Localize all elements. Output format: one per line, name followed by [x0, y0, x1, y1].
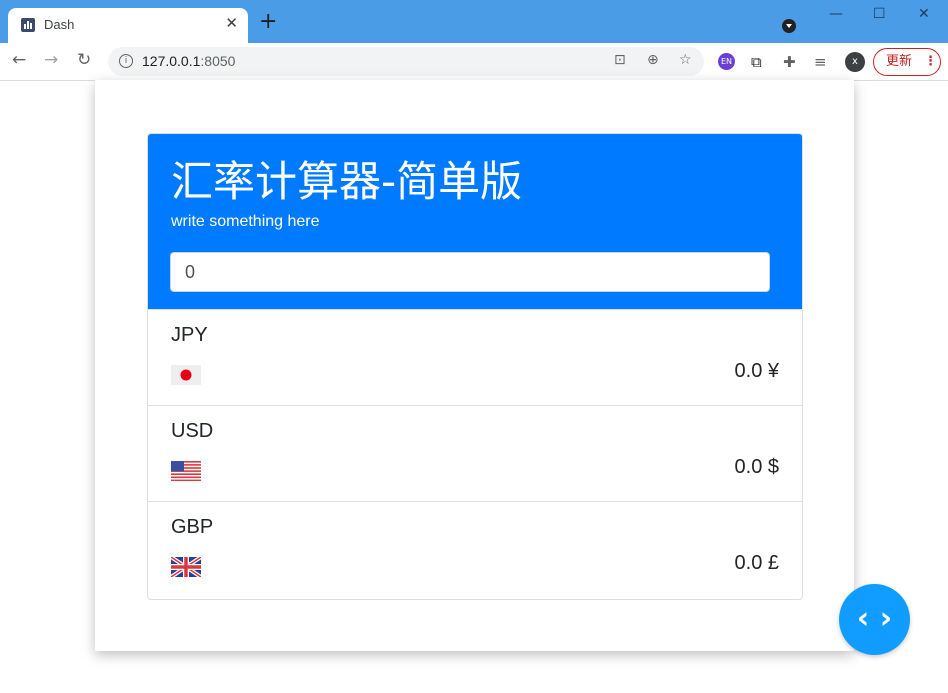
back-icon[interactable]: ←: [12, 50, 26, 70]
update-label: 更新: [886, 54, 913, 69]
currency-value: 0.0 $: [734, 456, 779, 478]
address-bar[interactable]: i 127.0.0.1:8050 ⊡ ⊕ ☆: [108, 47, 704, 76]
forward-icon[interactable]: →: [44, 50, 58, 70]
update-button[interactable]: 更新 ⋮: [873, 48, 941, 76]
new-tab-button[interactable]: +: [259, 11, 277, 33]
usa-flag-icon: [171, 461, 201, 481]
uk-flag-icon: [171, 557, 201, 577]
japan-flag-icon: [171, 365, 201, 385]
calculator-header: 汇率计算器-简单版 write something here: [148, 134, 802, 309]
more-menu-icon[interactable]: ⋮: [924, 49, 937, 75]
url-text: 127.0.0.1:8050: [142, 53, 236, 69]
site-info-icon[interactable]: i: [119, 54, 133, 68]
currency-row-jpy: JPY 0.0 ¥: [148, 309, 802, 406]
page-title: 汇率计算器-简单版: [171, 157, 523, 206]
currency-code: USD: [171, 420, 214, 442]
browser-tab[interactable]: Dash ✕: [8, 8, 248, 43]
currency-code: JPY: [171, 324, 208, 346]
extension-en-icon[interactable]: EN: [718, 53, 735, 70]
extension-link-icon[interactable]: ⧉: [751, 53, 762, 71]
tab-close-icon[interactable]: ✕: [225, 14, 238, 32]
bookmark-star-icon[interactable]: ☆: [679, 52, 692, 68]
currency-row-gbp: GBP 0.0 £: [148, 501, 802, 598]
window-close-icon[interactable]: ✕: [918, 6, 930, 22]
translate-icon[interactable]: ⊡: [614, 52, 626, 68]
browser-tab-bar: Dash ✕ + — ☐ ✕: [0, 0, 948, 43]
reload-icon[interactable]: ↻: [77, 50, 91, 70]
currency-row-usd: USD 0.0 $: [148, 405, 802, 502]
currency-calculator-card: 汇率计算器-简单版 write something here JPY 0.0 ¥…: [147, 133, 803, 600]
currency-code: GBP: [171, 516, 214, 538]
media-queue-icon[interactable]: ≡: [814, 53, 827, 71]
maximize-icon[interactable]: ☐: [873, 6, 886, 22]
currency-value: 0.0 £: [734, 552, 779, 574]
zoom-icon[interactable]: ⊕: [647, 52, 659, 68]
code-toggle-button[interactable]: ‹ ›: [839, 584, 910, 655]
tab-title: Dash: [44, 17, 75, 32]
tab-search-icon[interactable]: [782, 19, 796, 33]
page-card: 汇率计算器-简单版 write something here JPY 0.0 ¥…: [95, 80, 854, 651]
minimize-icon[interactable]: —: [829, 6, 843, 22]
currency-value: 0.0 ¥: [734, 360, 779, 382]
page-subtitle: write something here: [171, 213, 320, 230]
profile-avatar[interactable]: x: [845, 52, 865, 72]
extensions-puzzle-icon[interactable]: ✚: [783, 53, 796, 71]
browser-toolbar: ← → ↻ i 127.0.0.1:8050 ⊡ ⊕ ☆ EN ⧉ ✚ ≡ x …: [0, 43, 948, 81]
amount-input[interactable]: [170, 252, 770, 292]
dash-favicon-icon: [21, 18, 35, 32]
